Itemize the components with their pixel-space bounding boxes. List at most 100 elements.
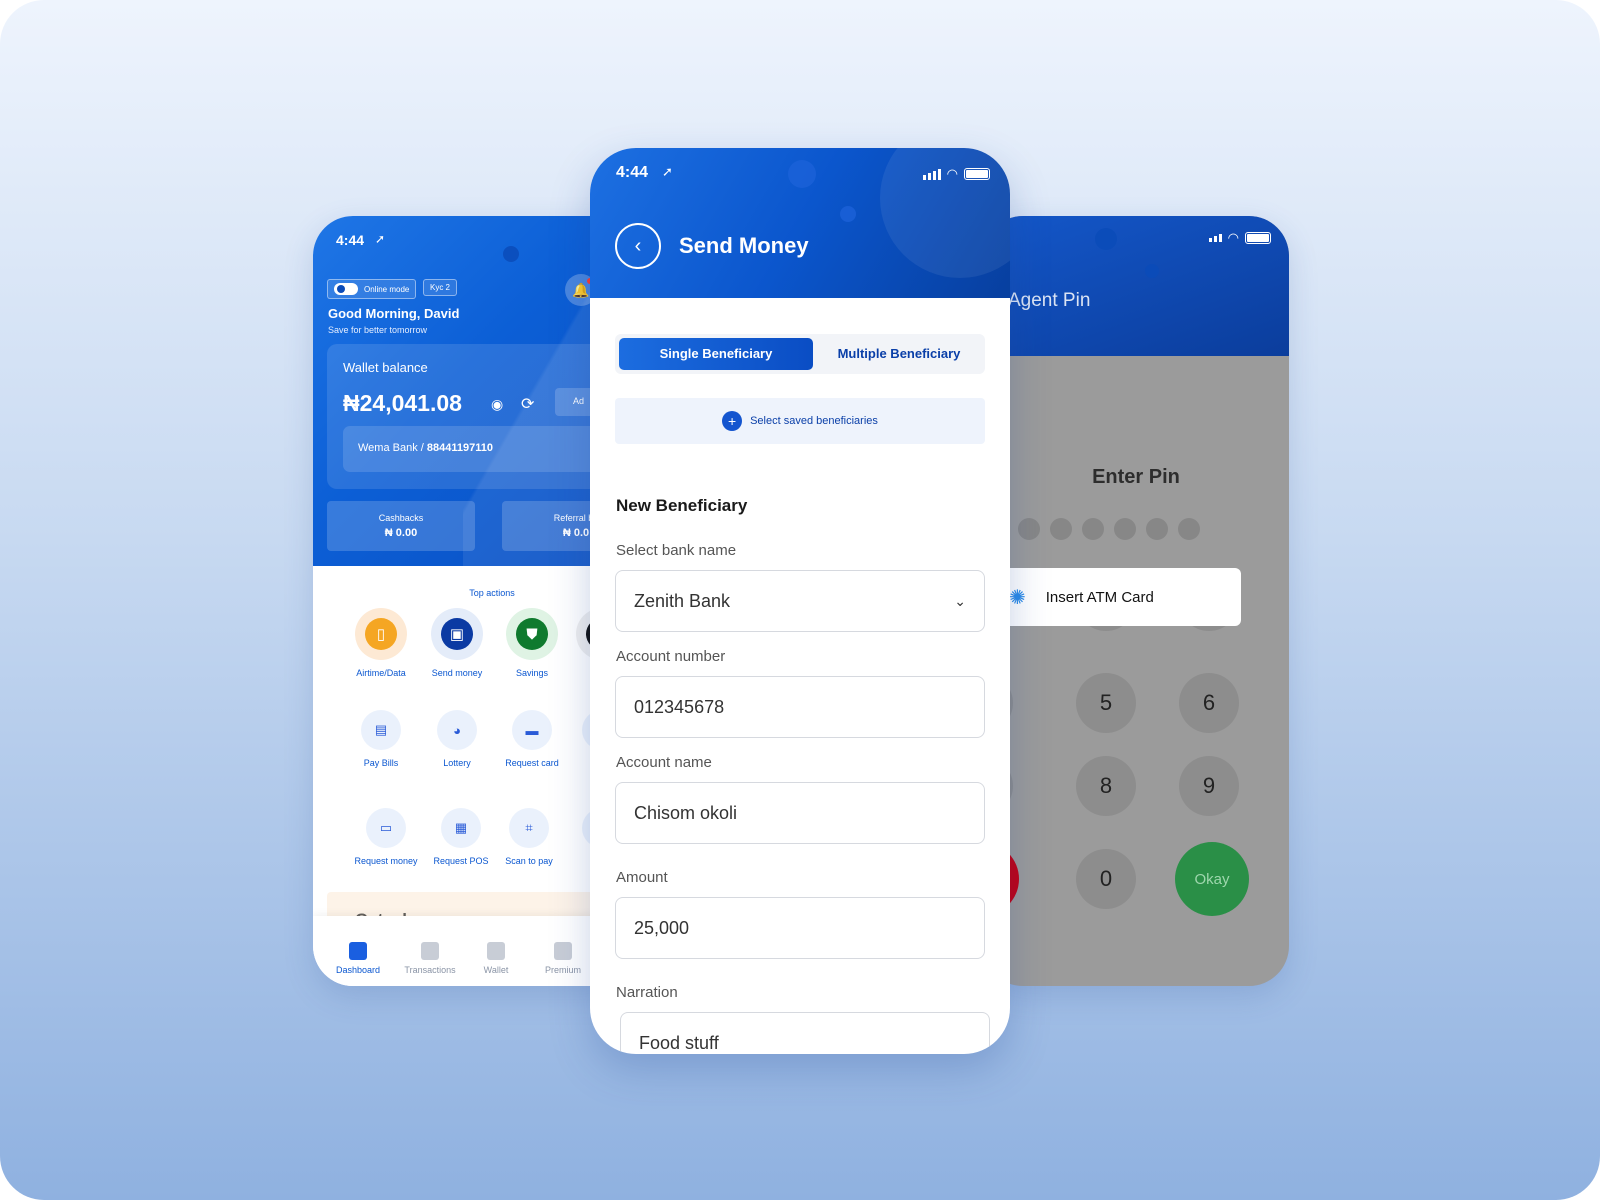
action-label: Request money [354, 856, 418, 866]
action-pay-bills[interactable]: ▤ Pay Bills [342, 710, 420, 768]
account-number-value: 012345678 [634, 696, 725, 717]
action-send-money[interactable]: ▣ Send money [418, 608, 496, 678]
action-savings[interactable]: ⛊ Savings [493, 608, 571, 678]
narration-label: Narration [616, 984, 678, 1001]
pin-dot [1114, 518, 1136, 540]
battery-icon [964, 168, 990, 180]
location-arrow-icon: ➚ [375, 232, 386, 246]
nav-premium[interactable]: Premium [528, 942, 598, 975]
keypad-key-0[interactable]: 0 [1076, 849, 1136, 909]
action-request-card[interactable]: ▬ Request card [493, 710, 571, 768]
scan-icon: ⌗ [509, 808, 549, 848]
kyc-badge[interactable]: Kyc 2 [423, 279, 458, 296]
pin-dots [1018, 518, 1200, 540]
greeting: Good Morning, David [328, 306, 460, 321]
pin-dot [1082, 518, 1104, 540]
loading-spinner-icon: ✺ [1009, 586, 1026, 609]
bill-icon: ▤ [361, 710, 401, 750]
select-saved-beneficiaries-button[interactable]: + Select saved beneficiaries [615, 398, 985, 444]
keypad-key-9[interactable]: 9 [1179, 756, 1239, 816]
dashboard-icon [349, 942, 367, 960]
status-icons: ◠ [922, 166, 990, 182]
nav-transactions[interactable]: Transactions [395, 942, 465, 975]
action-scan-to-pay[interactable]: ⌗ Scan to pay [490, 808, 568, 866]
nav-label: Transactions [404, 965, 456, 975]
narration-value: Food stuff [639, 1033, 719, 1053]
nav-dashboard[interactable]: Dashboard [323, 942, 393, 975]
pin-dot [1050, 518, 1072, 540]
insert-atm-card-toast: ✺ Insert ATM Card [983, 568, 1241, 626]
okay-button[interactable]: Okay [1175, 842, 1249, 916]
toggle-icon [334, 283, 358, 295]
send-money-phone: 4:44 ➚ ◠ ‹ Send Money Single Beneficiary… [590, 148, 1010, 1054]
action-label: Scan to pay [505, 856, 553, 866]
background-canvas: 4:44 ➚ Online mode Kyc 2 🔔 Good Morning,… [0, 0, 1600, 1200]
nav-label: Dashboard [335, 965, 381, 975]
bank-value: Zenith Bank [634, 590, 731, 611]
online-mode-label: Online mode [364, 284, 410, 294]
account-name-input[interactable]: Chisom okoli [615, 782, 985, 844]
premium-icon [554, 942, 572, 960]
location-arrow-icon: ➚ [662, 164, 673, 179]
wifi-icon: ◠ [1227, 230, 1239, 245]
account-number: 88441197110 [426, 442, 493, 454]
refresh-icon[interactable]: ⟳ [521, 394, 534, 414]
keypad-key-5[interactable]: 5 [1076, 673, 1136, 733]
tab-multiple-beneficiary[interactable]: Multiple Beneficiary [813, 338, 985, 370]
back-button[interactable]: ‹ [615, 223, 661, 269]
nav-wallet[interactable]: Wallet [461, 942, 531, 975]
account-number-input[interactable]: 012345678 [615, 676, 985, 738]
action-request-pos[interactable]: ▦ Request POS [422, 808, 500, 866]
action-airtime-data[interactable]: ▯ Airtime/Data [342, 608, 420, 678]
bank-label: Select bank name [616, 542, 737, 559]
tab-single-beneficiary[interactable]: Single Beneficiary [619, 338, 813, 370]
pin-dot [1018, 518, 1040, 540]
pin-dot [1178, 518, 1200, 540]
decor-bubble [1145, 264, 1159, 278]
chevron-down-icon: ⌄ [954, 592, 966, 609]
decor-bubble [1095, 228, 1117, 250]
pos-icon: ▦ [441, 808, 481, 848]
decor-bubble [788, 160, 816, 188]
bank-select[interactable]: Zenith Bank ⌄ [615, 570, 985, 632]
nav-label: Premium [544, 965, 581, 975]
wifi-icon: ◠ [946, 166, 958, 181]
cashbacks-value: ₦ 0.00 [384, 527, 418, 539]
pin-dot [1146, 518, 1168, 540]
beneficiary-tabs: Single Beneficiary Multiple Beneficiary [615, 334, 985, 374]
account-number-label: Account number [616, 648, 726, 665]
action-lottery[interactable]: ◕ Lottery [418, 710, 496, 768]
nav-label: Wallet [483, 965, 509, 975]
agent-pin-title: Agent Pin [1008, 290, 1091, 311]
keypad-key-8[interactable]: 8 [1076, 756, 1136, 816]
greeting-subtitle: Save for better tomorrow [328, 325, 428, 335]
page-title: Send Money [679, 233, 809, 258]
eye-icon[interactable]: ◉ [491, 396, 503, 413]
chevron-left-icon: ‹ [634, 234, 642, 257]
lottery-icon: ◕ [437, 710, 477, 750]
wallet-icon: ▣ [431, 608, 483, 660]
wallet-label: Wallet balance [343, 360, 428, 375]
enter-pin-label: Enter Pin [1092, 466, 1180, 488]
online-mode-toggle[interactable]: Online mode [327, 279, 417, 299]
shield-icon: ⛊ [506, 608, 558, 660]
decor-bubble [503, 246, 519, 262]
status-time: 4:44 [616, 164, 649, 181]
action-label: Pay Bills [363, 758, 399, 768]
amount-input[interactable]: 25,000 [615, 897, 985, 959]
account-name-label: Account name [616, 754, 712, 771]
action-request-money[interactable]: ▭ Request money [347, 808, 425, 866]
insert-card-label: Insert ATM Card [1045, 588, 1154, 606]
agent-pin-phone: ◠ Agent Pin Enter Pin 5 6 8 9 ete 0 Okay… [983, 216, 1289, 986]
cashbacks-label: Cashbacks [378, 513, 424, 523]
action-label: Request card [505, 758, 559, 768]
kyc-label: Kyc 2 [430, 283, 451, 292]
card-icon: ▬ [512, 710, 552, 750]
action-label: Request POS [433, 856, 489, 866]
keypad-key-6[interactable]: 6 [1179, 673, 1239, 733]
account-name-value: Chisom okoli [634, 802, 738, 823]
narration-input[interactable]: Food stuff [620, 1012, 990, 1054]
battery-icon [1245, 232, 1271, 244]
wallet-nav-icon [487, 942, 505, 960]
cashbacks-card[interactable]: Cashbacks ₦ 0.00 [327, 501, 475, 551]
